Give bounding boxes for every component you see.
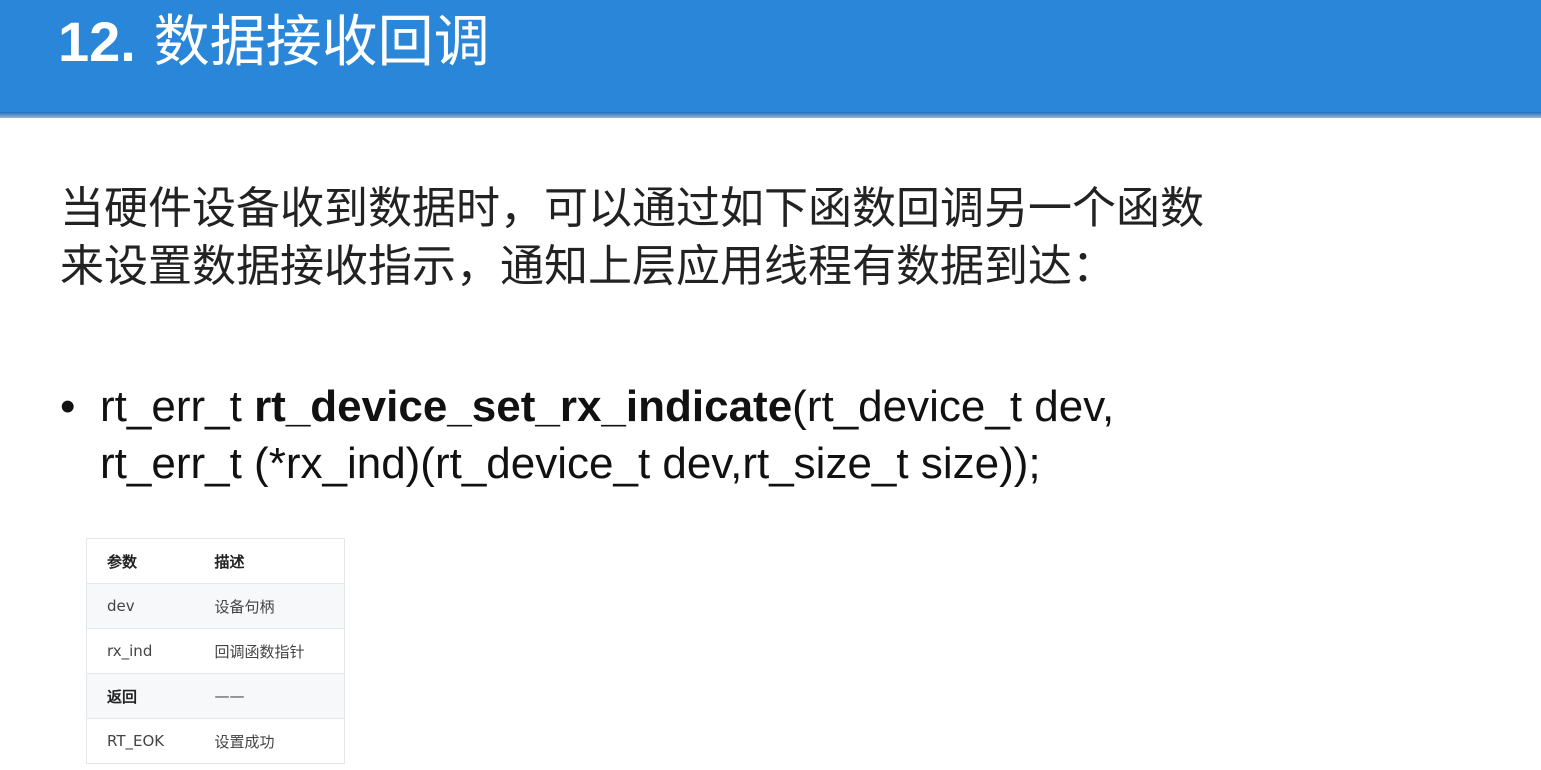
table-header-desc: 描述 [194,538,345,584]
params-part-1: (rt_device_t dev, [792,382,1115,431]
slide-title: 12. 数据接收回调 [58,8,490,77]
function-signature-bullet: • rt_err_t rt_device_set_rx_indicate(rt_d… [60,378,1500,492]
params-part-2: rt_err_t (*rx_ind)(rt_device_t dev,rt_si… [100,439,1041,488]
table-row: rx_ind 回调函数指针 [86,628,345,674]
function-name: rt_device_set_rx_indicate [254,382,793,431]
table-cell-desc: 设置成功 [194,718,345,764]
table-cell-param: RT_EOK [86,718,195,764]
title-divider [0,112,1541,118]
table-row: dev 设备句柄 [86,583,345,629]
table-row: 返回 —— [86,673,345,719]
table-header-row: 参数 描述 [86,538,345,584]
title-bar: 12. 数据接收回调 [0,0,1541,112]
table-row: RT_EOK 设置成功 [86,718,345,764]
parameter-table: 参数 描述 dev 设备句柄 rx_ind 回调函数指针 返回 —— RT_EO… [86,538,345,764]
title-text: 数据接收回调 [153,10,490,75]
table-cell-param: rx_ind [86,628,195,674]
table-cell-desc: 回调函数指针 [194,628,345,674]
table-cell-param: 返回 [86,673,195,719]
title-number: 12. [58,10,136,73]
signature-line-1: • rt_err_t rt_device_set_rx_indicate(rt_d… [60,378,1500,435]
return-type: rt_err_t [100,382,242,431]
table-header-param: 参数 [86,538,195,584]
intro-line-1: 当硬件设备收到数据时，可以通过如下函数回调另一个函数 [60,183,1204,234]
intro-paragraph: 当硬件设备收到数据时，可以通过如下函数回调另一个函数 来设置数据接收指示，通知上… [60,180,1500,296]
table-cell-desc: —— [194,673,345,719]
table-cell-desc: 设备句柄 [194,583,345,629]
signature-line-2: rt_err_t (*rx_ind)(rt_device_t dev,rt_si… [60,435,1500,492]
bullet-marker: • [60,382,76,431]
slide: 12. 数据接收回调 当硬件设备收到数据时，可以通过如下函数回调另一个函数 来设… [0,0,1541,770]
table-cell-param: dev [86,583,195,629]
intro-line-2: 来设置数据接收指示，通知上层应用线程有数据到达： [60,241,1116,292]
